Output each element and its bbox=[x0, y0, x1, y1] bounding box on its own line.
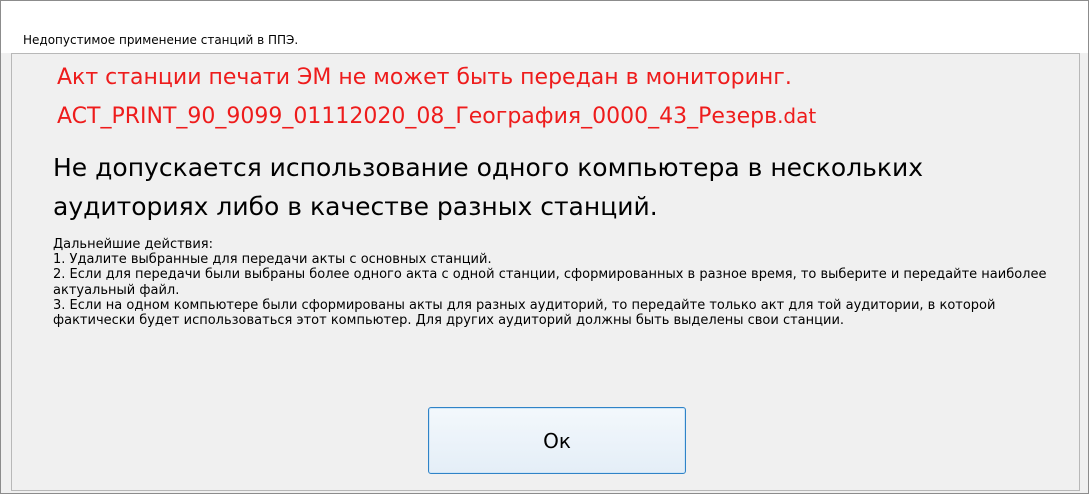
title-bar: Недопустимое применение станций в ППЭ. bbox=[1, 1, 1088, 53]
instruction-item: 1. Удалите выбранные для передачи акты с… bbox=[53, 252, 492, 268]
error-file-line: ACT_PRINT_90_9099_01112020_08_География_… bbox=[57, 104, 816, 129]
ok-button[interactable]: Ок bbox=[428, 407, 686, 474]
error-file-name: ACT_PRINT_90_9099_01112020_08_География_… bbox=[57, 104, 778, 129]
instruction-item: 2. Если для передачи были выбраны более … bbox=[53, 267, 1047, 298]
warning-headline-line: Не допускается использование одного комп… bbox=[53, 153, 924, 182]
warning-headline-line: аудиториях либо в качестве разных станци… bbox=[53, 192, 658, 221]
instructions-block: Дальнейшие действия: 1. Удалите выбранны… bbox=[53, 237, 1063, 328]
dialog-window: Недопустимое применение станций в ППЭ. А… bbox=[0, 0, 1089, 494]
warning-headline: Не допускается использование одного комп… bbox=[53, 148, 1013, 226]
instruction-item: 3. Если на одном компьютере были сформир… bbox=[53, 297, 996, 329]
window-title: Недопустимое применение станций в ППЭ. bbox=[23, 33, 299, 47]
error-message: Акт станции печати ЭМ не может быть пере… bbox=[57, 65, 792, 90]
instructions-heading: Дальнейшие действия: bbox=[53, 237, 213, 252]
error-file-extension: .dat bbox=[777, 104, 817, 128]
